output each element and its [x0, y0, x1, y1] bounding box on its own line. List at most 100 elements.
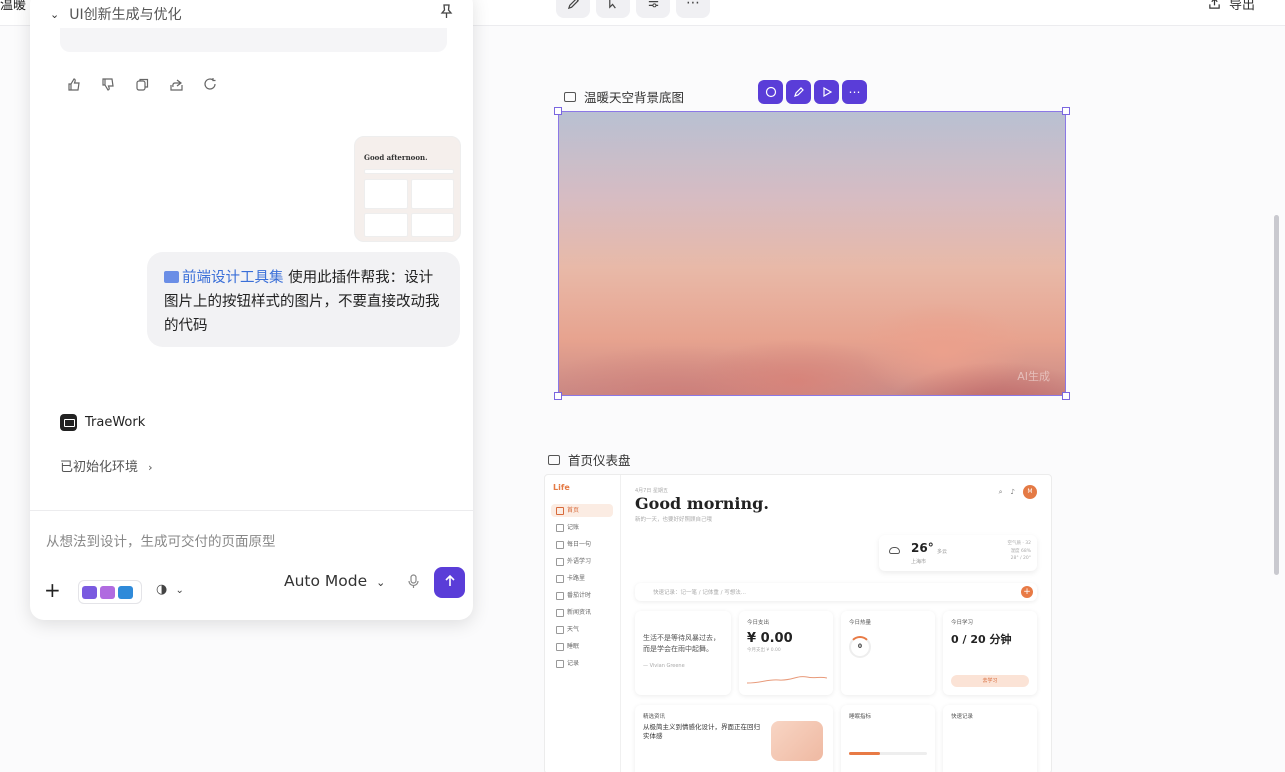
quick-record-placeholder: 快速记录：记一笔 / 记体重 / 写想法...: [653, 590, 746, 596]
chevron-down-icon[interactable]: ⌄: [50, 8, 59, 21]
dash-nav-item: 记账: [551, 521, 613, 534]
more-options-button[interactable]: ⋯: [842, 80, 867, 104]
resize-handle-bl[interactable]: [554, 392, 562, 400]
edit-button[interactable]: [786, 80, 811, 104]
weather-humidity: 湿度 68%: [1010, 548, 1031, 554]
weather-details: 空气质 · 32 湿度 68% 28° / 20°: [1007, 540, 1031, 563]
news-headline: 从极简主义到情感化设计，界面正在回归实体感: [643, 723, 760, 740]
weather-aqi: 空气质 · 32: [1007, 541, 1031, 546]
settings-tool-button[interactable]: [636, 0, 670, 18]
video-plugin-icon: [82, 585, 97, 599]
copy-icon[interactable]: [134, 76, 151, 93]
arrow-up-icon: [444, 574, 455, 586]
thumbs-up-icon[interactable]: [66, 76, 83, 93]
thumbnail-bar: [364, 169, 454, 174]
previous-message-card: [60, 28, 447, 52]
monitor-icon: [548, 454, 560, 465]
thumbnail-card: [411, 213, 454, 237]
selection-toolbar: ⋯: [758, 80, 867, 104]
artboard-title-sky[interactable]: 温暖天空背景底图: [564, 87, 684, 106]
quick-record-bar: 快速记录：记一笔 / 记体重 / 写想法... +: [635, 583, 1037, 601]
share-icon[interactable]: [168, 76, 185, 93]
plugin-tag[interactable]: 前端设计工具集: [182, 270, 284, 286]
mode-label: Auto Mode: [284, 572, 368, 590]
plus-icon: +: [1021, 586, 1033, 598]
refresh-icon[interactable]: [202, 76, 219, 93]
dash-nav-item: 新闻资讯: [551, 606, 613, 619]
study-title: 今日学习: [951, 620, 974, 626]
resize-handle-tr[interactable]: [1062, 107, 1070, 115]
weather-temp: 26°: [911, 541, 934, 555]
dash-nav-item: 番茄计时: [551, 589, 613, 602]
skill-dropdown[interactable]: ◑ ⌄: [156, 582, 184, 597]
chat-input[interactable]: 从想法到设计，生成可交付的页面原型: [46, 530, 276, 550]
agent-label: TraeWork: [60, 414, 145, 431]
edit-pen-icon: [793, 87, 804, 97]
input-divider: [30, 510, 473, 511]
attached-screenshot[interactable]: Good afternoon.: [354, 136, 461, 242]
play-icon: [822, 86, 832, 98]
weather-card: 26° 多云 上海市 空气质 · 32 湿度 68% 28° / 20°: [879, 535, 1037, 571]
chevron-right-icon: ›: [148, 461, 153, 474]
skill-icon: ◑: [156, 582, 168, 597]
dash-greeting: Good morning.: [635, 494, 769, 513]
dash-nav-item: 天气: [551, 623, 613, 636]
play-button[interactable]: [814, 80, 839, 104]
study-value: 0 / 20 分钟: [951, 633, 1012, 646]
chevron-down-icon: ⌄: [175, 585, 184, 596]
status-text: 已初始化环境: [60, 460, 139, 475]
microphone-icon[interactable]: [408, 574, 419, 593]
resize-handle-tl[interactable]: [554, 107, 562, 115]
export-button[interactable]: 导出: [1208, 0, 1255, 13]
todo-card: 快速记录: [943, 705, 1037, 772]
sleep-title: 睡眠指标: [849, 714, 872, 720]
dash-nav-item: 每日一句: [551, 538, 613, 551]
dash-nav-item: 首页: [551, 504, 613, 517]
design-plugin-icon: [118, 585, 133, 599]
expense-sparkline: [747, 676, 827, 684]
calorie-title: 今日热量: [849, 620, 872, 626]
export-label: 导出: [1228, 0, 1255, 13]
send-button[interactable]: [434, 567, 465, 598]
canvas-scrollbar[interactable]: [1274, 215, 1279, 575]
pointer-tool-button[interactable]: [596, 0, 630, 18]
user-message-bubble: 前端设计工具集 使用此插件帮我：设计图片上的按钮样式的图片，不要直接改动我的代码: [147, 252, 460, 347]
agent-logo-icon: [60, 414, 77, 431]
news-image: [771, 721, 823, 761]
plugin-selector[interactable]: [78, 580, 142, 604]
thumbnail-card: [364, 213, 408, 237]
bell-icon: ♪: [1010, 488, 1015, 496]
resize-handle-br[interactable]: [1062, 392, 1070, 400]
mode-selector[interactable]: Auto Mode ⌄: [284, 572, 385, 590]
image-icon: [564, 91, 576, 102]
thumbs-down-icon[interactable]: [100, 76, 117, 93]
thumbnail-headline: Good afternoon.: [364, 153, 428, 162]
pen-tool-button[interactable]: [556, 0, 590, 18]
chat-header[interactable]: ⌄ UI创新生成与优化: [50, 4, 182, 24]
dash-nav-item: 记录: [551, 657, 613, 670]
dashboard-preview[interactable]: Life 首页 记账 每日一句 外语学习 卡路里 番茄计时 新闻资讯 天气 睡眠…: [544, 474, 1052, 772]
dash-nav-item: 卡路里: [551, 572, 613, 585]
artboard-title-label: 温暖天空背景底图: [584, 90, 685, 105]
add-attachment-button[interactable]: +: [44, 580, 61, 600]
dashboard-sidebar: Life 首页 记账 每日一句 外语学习 卡路里 番茄计时 新闻资讯 天气 睡眠…: [545, 475, 621, 772]
export-icon: [1209, 0, 1220, 9]
dashboard-logo: Life: [553, 483, 570, 492]
plugin-icon: [164, 271, 179, 283]
more-tools-button[interactable]: ⋯: [676, 0, 710, 18]
pin-icon[interactable]: [440, 4, 453, 23]
dash-subtitle: 新的一天，也要好好照顾自己哦: [635, 517, 713, 523]
thumbnail-card: [364, 179, 408, 209]
image-plugin-icon: [100, 585, 115, 599]
agent-name: TraeWork: [85, 415, 146, 430]
artboard-title-dashboard[interactable]: 首页仪表盘: [548, 450, 631, 469]
chevron-down-icon: ⌄: [376, 576, 386, 589]
dash-top-icons: ⌕ ♪ M: [999, 485, 1037, 499]
sleep-card: 睡眠指标: [841, 705, 935, 772]
calorie-ring: 0: [849, 636, 871, 658]
comment-button[interactable]: [758, 80, 783, 104]
pointer-icon: [608, 0, 616, 9]
quote-text: 生活不是等待风暴过去，而是学会在雨中起舞。: [643, 634, 720, 653]
message-actions: [66, 76, 219, 93]
status-expand[interactable]: 已初始化环境 ›: [60, 456, 153, 475]
